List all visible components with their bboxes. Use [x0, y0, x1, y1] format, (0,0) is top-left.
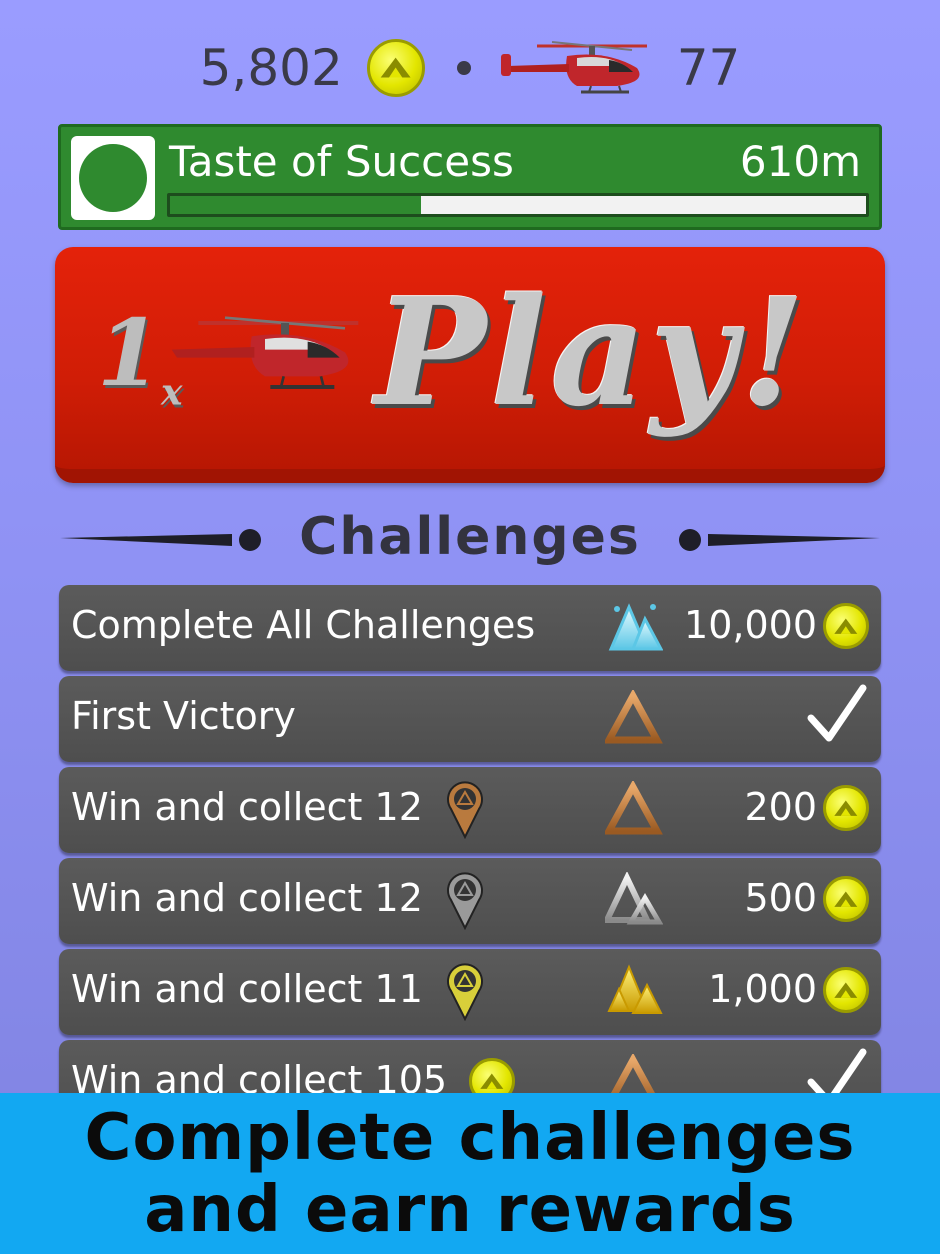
- status-bar: 5,802 77: [0, 28, 940, 108]
- mountain-coin-icon: [823, 785, 869, 831]
- bronze-pin-icon: [445, 779, 485, 843]
- silver-pin-icon: [445, 870, 485, 934]
- challenge-row[interactable]: Complete All Challenges 10,000: [59, 585, 881, 671]
- gold-tier-icon: [605, 963, 663, 1025]
- goal-status-icon: [71, 136, 155, 220]
- challenge-row[interactable]: Win and collect 11 1,000: [59, 949, 881, 1035]
- challenge-row[interactable]: Win and collect 12 200: [59, 767, 881, 853]
- mountain-coin-icon: [823, 876, 869, 922]
- challenge-label: Win and collect 12: [71, 785, 423, 829]
- goal-title: Taste of Success: [169, 137, 514, 186]
- challenge-reward: 200: [744, 785, 817, 829]
- goal-distance: 610m: [739, 137, 861, 186]
- goal-progress-fill: [170, 196, 421, 214]
- helicopter-count: 77: [676, 39, 741, 97]
- bronze-tier-icon: [603, 688, 663, 752]
- challenge-list: Complete All Challenges 10,000 First Vict…: [59, 585, 881, 1131]
- goal-progress-bar: [167, 193, 869, 217]
- promo-banner: Complete challenges and earn rewards: [0, 1093, 940, 1254]
- checkmark-icon: [807, 684, 867, 748]
- play-label: Play!: [375, 265, 810, 439]
- challenge-row[interactable]: First Victory: [59, 676, 881, 762]
- challenge-row[interactable]: Win and collect 12 500: [59, 858, 881, 944]
- diamond-tier-icon: [605, 599, 664, 661]
- banner-line-1: Complete challenges: [84, 1100, 856, 1175]
- helicopter-icon: [500, 41, 647, 94]
- mountain-coin-icon: [823, 603, 869, 649]
- banner-line-2: and earn rewards: [144, 1172, 796, 1247]
- play-button[interactable]: 1x Play!: [55, 247, 885, 483]
- coin-count: 5,802: [199, 39, 343, 97]
- divider-right-icon: [679, 529, 880, 551]
- challenges-header: Challenges: [0, 503, 940, 575]
- challenge-label: Win and collect 12: [71, 876, 423, 920]
- challenge-label: First Victory: [71, 694, 296, 738]
- helicopter-icon: [171, 316, 359, 389]
- mountain-coin-icon: [823, 967, 869, 1013]
- challenge-label: Win and collect 11: [71, 967, 423, 1011]
- challenge-reward: 10,000: [684, 603, 817, 647]
- goal-panel[interactable]: Taste of Success 610m: [58, 124, 882, 230]
- challenge-reward: 500: [744, 876, 817, 920]
- mountain-coin-icon: [366, 39, 425, 97]
- separator-dot: [456, 61, 471, 75]
- bronze-tier-icon: [603, 779, 663, 843]
- challenge-label: Complete All Challenges: [71, 603, 536, 647]
- silver-tier-icon: [602, 871, 664, 934]
- challenge-reward: 1,000: [708, 967, 817, 1011]
- gold-pin-icon: [445, 961, 485, 1025]
